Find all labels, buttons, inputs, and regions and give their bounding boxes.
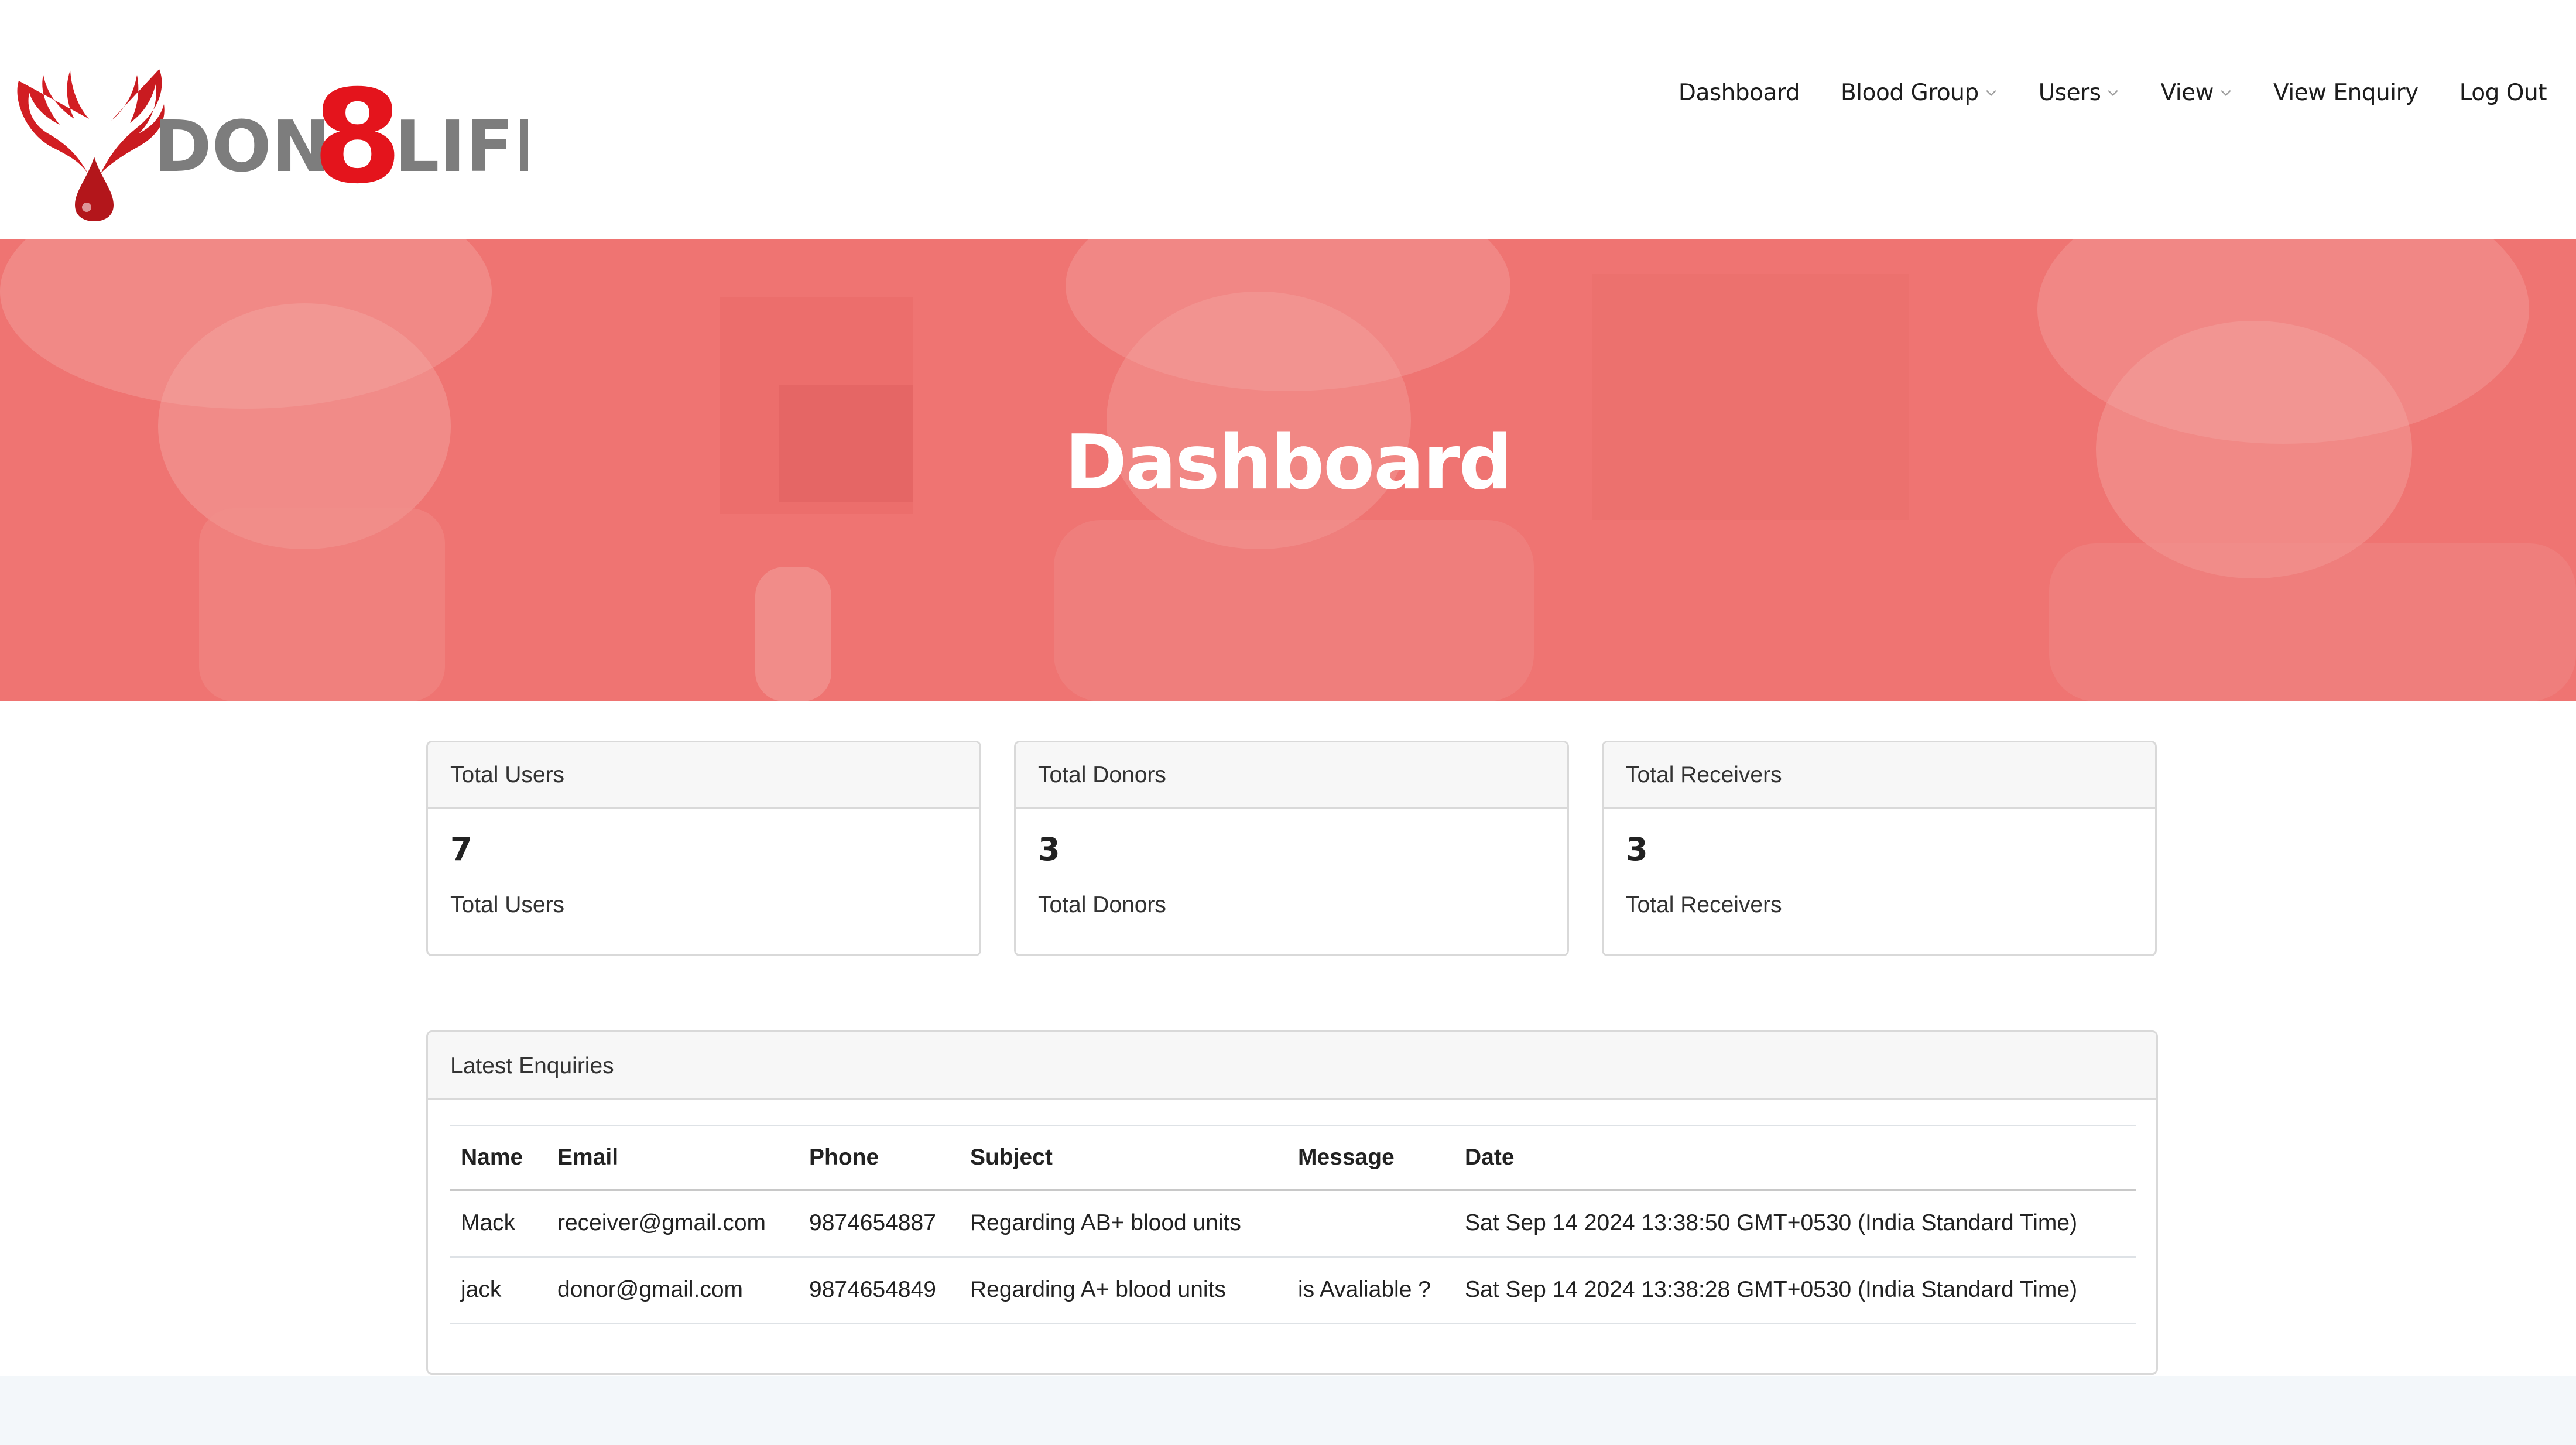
nav-dashboard-label: Dashboard [1678,79,1800,106]
cell-phone: 9874654887 [809,1210,936,1236]
nav-users-label: Users [2038,79,2101,106]
nav-view[interactable]: View [2160,80,2232,106]
main-nav: Dashboard Blood Group Users View View En… [1678,69,2547,116]
latest-enquiries-panel: Latest Enquiries Name Email Phone Subjec… [426,1030,2158,1375]
stat-card-label: Total Receivers [1626,892,1782,917]
stat-card-label: Total Donors [1038,892,1166,917]
don8life-logo[interactable]: DON 8 LIFE [13,46,528,221]
cell-name: jack [461,1277,502,1302]
nav-log-out[interactable]: Log Out [2459,80,2547,106]
table-header-row: Name Email Phone Subject Message Date [450,1125,2136,1190]
cell-subject: Regarding A+ blood units [970,1277,1226,1302]
nav-view-label: View [2160,79,2214,106]
cell-message: is Avaliable ? [1298,1277,1431,1302]
nav-blood-group[interactable]: Blood Group [1841,80,1998,106]
stat-card-label: Total Users [450,892,565,917]
page-title: Dashboard [1064,419,1513,506]
stat-card-total-donors: Total Donors 3 Total Donors [1014,741,1569,956]
cell-email: receiver@gmail.com [557,1210,766,1236]
table-row: Mack receiver@gmail.com 9874654887 Regar… [450,1190,2136,1256]
column-header-name: Name [461,1144,523,1170]
stats-cards: Total Users 7 Total Users Total Donors 3… [426,741,2158,956]
table-row: jack donor@gmail.com 9874654849 Regardin… [450,1256,2136,1323]
panel-header: Latest Enquiries [428,1032,2156,1100]
column-header-phone: Phone [809,1144,879,1170]
logo-text-8: 8 [313,62,402,212]
chevron-down-icon [1985,86,1998,99]
stat-card-header: Total Receivers [1604,742,2155,809]
column-header-email: Email [557,1144,619,1170]
cell-subject: Regarding AB+ blood units [970,1210,1241,1236]
nav-log-out-label: Log Out [2459,79,2547,106]
chevron-down-icon [2106,86,2119,99]
nav-users[interactable]: Users [2039,80,2120,106]
stat-card-total-users: Total Users 7 Total Users [426,741,981,956]
hero-banner: Dashboard [0,239,2576,701]
stat-card-header: Total Users [428,742,979,809]
cell-phone: 9874654849 [809,1277,936,1302]
cell-message [1287,1190,1454,1256]
nav-blood-group-label: Blood Group [1841,79,1979,106]
stat-card-value: 3 [1038,831,1060,868]
footer-strip [0,1376,2576,1445]
cell-name: Mack [461,1210,516,1236]
stat-card-header: Total Donors [1016,742,1567,809]
stat-card-value: 7 [450,831,472,868]
column-header-message: Message [1298,1144,1395,1170]
nav-view-enquiry-label: View Enquiry [2273,79,2419,106]
enquiries-table: Name Email Phone Subject Message Date Ma… [450,1125,2136,1324]
stat-card-total-receivers: Total Receivers 3 Total Receivers [1602,741,2157,956]
logo-text-life: LIFE [395,107,528,188]
cell-email: donor@gmail.com [557,1277,744,1302]
stat-card-value: 3 [1626,831,1648,868]
nav-view-enquiry[interactable]: View Enquiry [2273,80,2419,106]
chevron-down-icon [2219,86,2232,99]
cell-date: Sat Sep 14 2024 13:38:50 GMT+0530 (India… [1465,1210,2078,1236]
column-header-date: Date [1465,1144,1515,1170]
site-header: DON 8 LIFE Dashboard Blood Group Users V… [0,0,2576,239]
logo-text-don: DON [153,107,330,188]
nav-dashboard[interactable]: Dashboard [1678,80,1800,106]
column-header-subject: Subject [970,1144,1053,1170]
cell-date: Sat Sep 14 2024 13:38:28 GMT+0530 (India… [1465,1277,2078,1302]
